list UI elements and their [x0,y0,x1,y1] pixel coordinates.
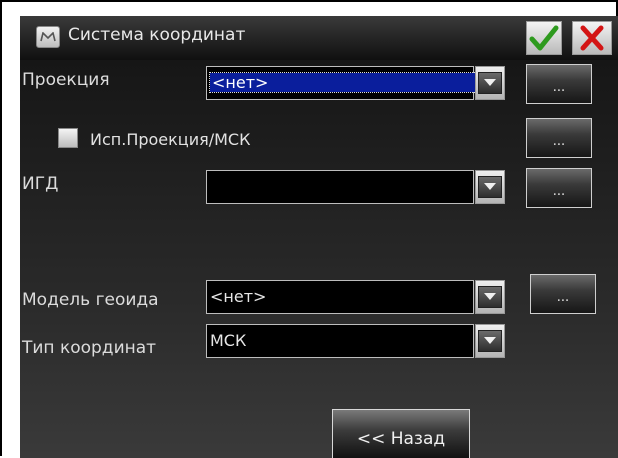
screen-frame: Система координат Проекция <нет> ... Исп… [0,0,618,458]
use-projection-label: Исп.Проекция/МСК [90,130,251,149]
back-button[interactable]: << Назад [332,409,470,458]
app-icon [36,26,60,48]
checkmark-icon [529,25,559,51]
projection-more-button[interactable]: ... [526,64,592,104]
chevron-down-icon [484,183,496,190]
close-icon [580,25,604,51]
coord-type-select[interactable]: МСК [206,324,505,358]
geoid-model-value: <нет> [210,287,267,306]
geoid-model-more-button[interactable]: ... [530,274,596,314]
use-projection-checkbox[interactable] [58,128,78,148]
form-panel: Проекция <нет> ... Исп.Проекция/МСК ... … [20,60,618,458]
window-title: Система координат [68,25,246,45]
chevron-down-icon [484,79,496,86]
datum-dropdown-button[interactable] [475,170,505,204]
projection-value: <нет> [208,72,506,93]
coord-type-value: МСК [210,331,247,350]
geoid-model-dropdown-button[interactable] [475,280,505,314]
cancel-button[interactable] [572,21,612,55]
geoid-model-select[interactable]: <нет> [206,280,505,314]
chevron-down-icon [484,293,496,300]
title-bar: Система координат [20,16,618,61]
chevron-down-icon [484,337,496,344]
ok-button[interactable] [526,21,562,55]
datum-label: ИГД [22,174,59,194]
datum-more-button[interactable]: ... [526,168,592,208]
datum-select[interactable] [206,170,505,204]
projection-dropdown-button[interactable] [475,66,505,100]
use-projection-more-button[interactable]: ... [526,118,592,158]
projection-label: Проекция [22,70,110,90]
projection-select[interactable]: <нет> [206,66,506,100]
geoid-model-label: Модель геоида [22,290,159,310]
coord-type-label: Тип координат [22,338,157,358]
coord-type-dropdown-button[interactable] [475,324,505,358]
